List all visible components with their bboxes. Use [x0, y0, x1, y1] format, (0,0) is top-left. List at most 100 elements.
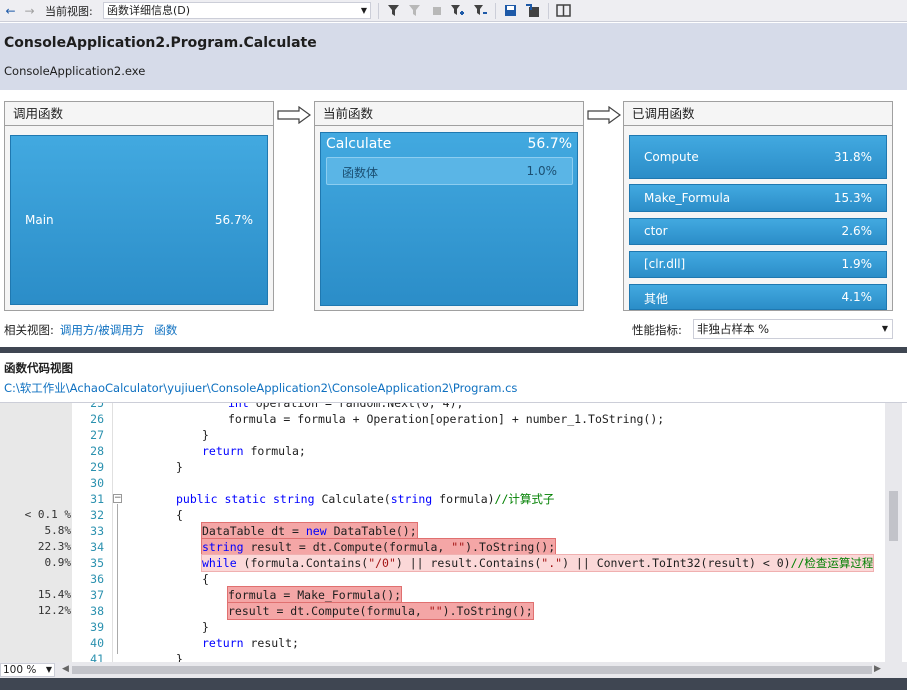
- code-line: 28 return formula;: [0, 443, 907, 459]
- code-line: < 0.1 % 32 {: [0, 507, 907, 523]
- line-number: 33: [90, 524, 104, 538]
- view-select[interactable]: 函数详细信息(D) ▼: [103, 2, 371, 19]
- code-line: 40 return result;: [0, 635, 907, 651]
- current-title: 当前函数: [315, 102, 583, 126]
- zoom-select[interactable]: 100 % ▼: [0, 663, 55, 677]
- line-number: 34: [90, 540, 104, 554]
- filter-remove-icon[interactable]: [473, 3, 488, 18]
- function-body-value: 1.0%: [526, 164, 558, 178]
- split-view-icon[interactable]: [556, 3, 571, 18]
- code-line: 41}: [0, 651, 907, 662]
- stop-icon[interactable]: [429, 3, 444, 18]
- line-number: 26: [90, 412, 104, 426]
- filter-add-icon[interactable]: [450, 3, 465, 18]
- toolbar-separator: [548, 3, 549, 19]
- caller-tile-main[interactable]: Main 56.7%: [10, 135, 268, 305]
- callers-panel: 调用函数 Main 56.7%: [4, 101, 274, 311]
- vertical-scroll-thumb[interactable]: [889, 491, 898, 541]
- chevron-down-icon: ▼: [45, 665, 52, 674]
- horizontal-scroll-thumb[interactable]: [72, 666, 872, 674]
- code-text: return result;: [202, 636, 299, 650]
- line-number: 36: [90, 572, 104, 586]
- line-number: 27: [90, 428, 104, 442]
- status-strip: [0, 678, 907, 690]
- filter-clear-icon[interactable]: [407, 3, 422, 18]
- code-editor[interactable]: 25 int operation = random.Next(0, 4); 26 fo…: [0, 402, 907, 662]
- collapse-icon[interactable]: −: [113, 494, 122, 503]
- callee-value: 4.1%: [841, 290, 873, 304]
- arrow-right-icon: [277, 106, 311, 124]
- callee-tile[interactable]: [clr.dll] 1.9%: [629, 251, 887, 278]
- back-arrow-icon[interactable]: ←: [3, 3, 18, 18]
- code-text: string result = dt.Compute(formula, "").…: [200, 538, 557, 556]
- code-text: formula = formula + Operation[operation]…: [228, 412, 665, 426]
- call-graph-panels: 调用函数 Main 56.7% 当前函数 Calculate 56.7% 函数体…: [0, 90, 907, 347]
- callers-callees-link[interactable]: 调用方/被调用方: [60, 323, 144, 337]
- line-number: 31: [90, 492, 104, 506]
- functions-link[interactable]: 函数: [154, 323, 177, 337]
- line-metric: 0.9%: [44, 556, 72, 569]
- chevron-down-icon: ▼: [881, 324, 888, 333]
- code-text: {: [176, 508, 183, 522]
- module-name: ConsoleApplication2.exe: [4, 64, 146, 78]
- scroll-left-icon[interactable]: ◀: [62, 664, 69, 674]
- line-number: 28: [90, 444, 104, 458]
- callee-value: 31.8%: [833, 150, 872, 164]
- code-view-header: 函数代码视图 C:\软工作业\AchaoCalculator\yujiuer\C…: [0, 353, 907, 403]
- callees-title: 已调用函数: [624, 102, 892, 126]
- export-icon[interactable]: [525, 3, 540, 18]
- zoom-value: 100 %: [3, 664, 37, 676]
- callee-tile[interactable]: Make_Formula 15.3%: [629, 184, 887, 212]
- callee-tile[interactable]: Compute 31.8%: [629, 135, 887, 179]
- callee-tile[interactable]: ctor 2.6%: [629, 218, 887, 245]
- code-line: 30: [0, 475, 907, 491]
- line-metric: 15.4%: [37, 588, 71, 601]
- line-metric: < 0.1 %: [24, 508, 71, 521]
- current-function-panel: 当前函数 Calculate 56.7% 函数体 1.0%: [314, 101, 584, 311]
- line-number: 32: [90, 508, 104, 522]
- source-file-path[interactable]: C:\软工作业\AchaoCalculator\yujiuer\ConsoleA…: [4, 380, 517, 396]
- related-views-label: 相关视图:: [4, 323, 54, 337]
- metric-select[interactable]: 非独占样本 % ▼: [693, 319, 893, 339]
- filter-icon[interactable]: [386, 3, 401, 18]
- callee-name: ctor: [644, 224, 668, 238]
- code-text: DataTable dt = new DataTable();: [201, 522, 418, 540]
- forward-arrow-icon[interactable]: →: [22, 3, 37, 18]
- code-line: 25 int operation = random.Next(0, 4);: [0, 402, 907, 411]
- code-line: 15.4% 37 formula = Make_Formula();: [0, 586, 907, 604]
- callee-name: Make_Formula: [644, 191, 731, 205]
- line-number: 41: [90, 652, 104, 662]
- toolbar: ← → 当前视图: 函数详细信息(D) ▼: [0, 0, 907, 22]
- code-text: }: [202, 620, 209, 634]
- line-number: 38: [90, 604, 104, 618]
- line-metric: 22.3%: [37, 540, 71, 553]
- function-body-label: 函数体: [342, 166, 379, 180]
- code-line: 22.3% 34 string result = dt.Compute(formul…: [0, 538, 907, 556]
- line-number: 39: [90, 620, 104, 634]
- caller-name: Main: [25, 213, 54, 227]
- callers-title: 调用函数: [5, 102, 273, 126]
- scroll-right-icon[interactable]: ▶: [874, 664, 881, 674]
- code-text: result = dt.Compute(formula, "").ToStrin…: [227, 602, 534, 620]
- outline-line: [117, 504, 118, 654]
- function-body-tile[interactable]: 函数体 1.0%: [326, 157, 573, 185]
- line-number: 30: [90, 476, 104, 490]
- code-line: 36 {: [0, 571, 907, 587]
- current-function-tile[interactable]: Calculate 56.7% 函数体 1.0%: [320, 132, 578, 306]
- code-line: 31 public static string Calculate(string …: [0, 491, 907, 507]
- callee-tile[interactable]: 其他 4.1%: [629, 284, 887, 310]
- chevron-down-icon: ▼: [360, 6, 367, 15]
- save-icon[interactable]: [503, 3, 518, 18]
- line-number: 25: [90, 402, 104, 410]
- function-header: ConsoleApplication2.Program.Calculate Co…: [0, 23, 907, 90]
- current-function-name: Calculate: [326, 136, 392, 152]
- callee-value: 2.6%: [841, 224, 873, 238]
- code-line: 12.2% 38 result = dt.Compute(formula, "").…: [0, 602, 907, 620]
- bottom-bar: 100 % ▼ ◀ ▶: [0, 662, 907, 678]
- code-line: 5.8% 33 DataTable dt = new DataTable();: [0, 522, 907, 540]
- line-number: 40: [90, 636, 104, 650]
- code-text: while (formula.Contains("/0") || result.…: [200, 554, 875, 572]
- line-number: 37: [90, 588, 104, 602]
- code-text: }: [202, 428, 209, 442]
- view-select-value: 函数详细信息(D): [107, 4, 191, 17]
